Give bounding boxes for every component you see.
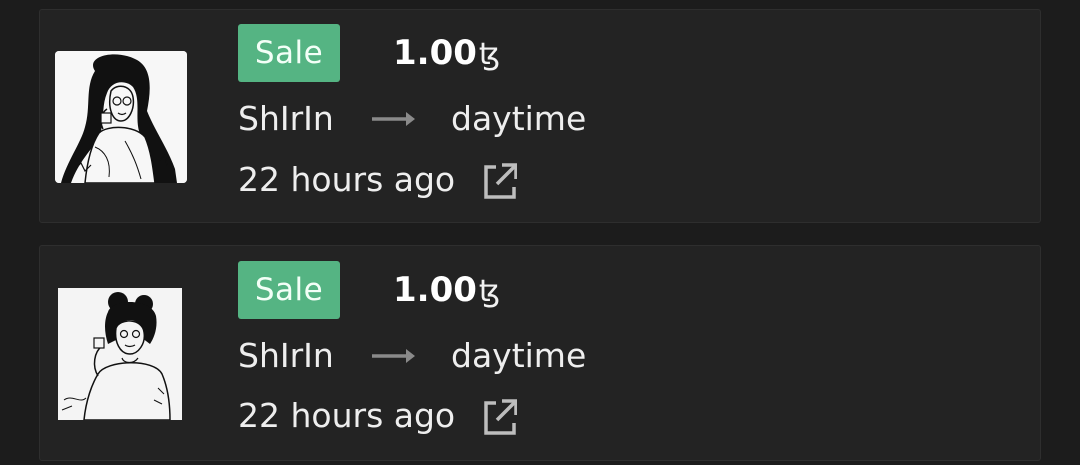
external-link-icon[interactable] bbox=[481, 158, 518, 202]
artwork-illustration bbox=[58, 288, 182, 420]
tez-currency-icon: ꜩ bbox=[478, 274, 501, 309]
activity-meta: 22 hours ago bbox=[238, 158, 518, 202]
transfer-parties: ShIrIn daytime bbox=[238, 334, 586, 378]
price-value: 1.00 bbox=[393, 270, 477, 310]
buyer-link[interactable]: daytime bbox=[451, 334, 586, 378]
external-link-icon[interactable] bbox=[481, 394, 518, 438]
artwork-thumbnail[interactable] bbox=[58, 288, 182, 420]
activity-item: Sale 1.00ꜩ ShIrIn daytime 22 hours ago bbox=[39, 9, 1041, 223]
price: 1.00ꜩ bbox=[393, 24, 500, 84]
arrow-right-icon bbox=[370, 334, 416, 378]
price: 1.00ꜩ bbox=[393, 261, 500, 321]
buyer-link[interactable]: daytime bbox=[451, 97, 586, 141]
seller-link[interactable]: ShIrIn bbox=[238, 334, 370, 378]
activity-feed: Sale 1.00ꜩ ShIrIn daytime 22 hours ago S… bbox=[0, 0, 1080, 465]
artwork-thumbnail[interactable] bbox=[55, 51, 187, 183]
sale-badge: Sale bbox=[238, 261, 340, 319]
tez-currency-icon: ꜩ bbox=[478, 37, 501, 72]
arrow-right-icon bbox=[370, 97, 416, 141]
activity-item: Sale 1.00ꜩ ShIrIn daytime 22 hours ago bbox=[39, 245, 1041, 461]
timestamp: 22 hours ago bbox=[238, 160, 456, 199]
timestamp: 22 hours ago bbox=[238, 396, 456, 435]
price-value: 1.00 bbox=[393, 33, 477, 73]
sale-badge: Sale bbox=[238, 24, 340, 82]
artwork-illustration bbox=[55, 51, 187, 183]
transfer-parties: ShIrIn daytime bbox=[238, 97, 586, 141]
seller-link[interactable]: ShIrIn bbox=[238, 97, 370, 141]
activity-meta: 22 hours ago bbox=[238, 394, 518, 438]
